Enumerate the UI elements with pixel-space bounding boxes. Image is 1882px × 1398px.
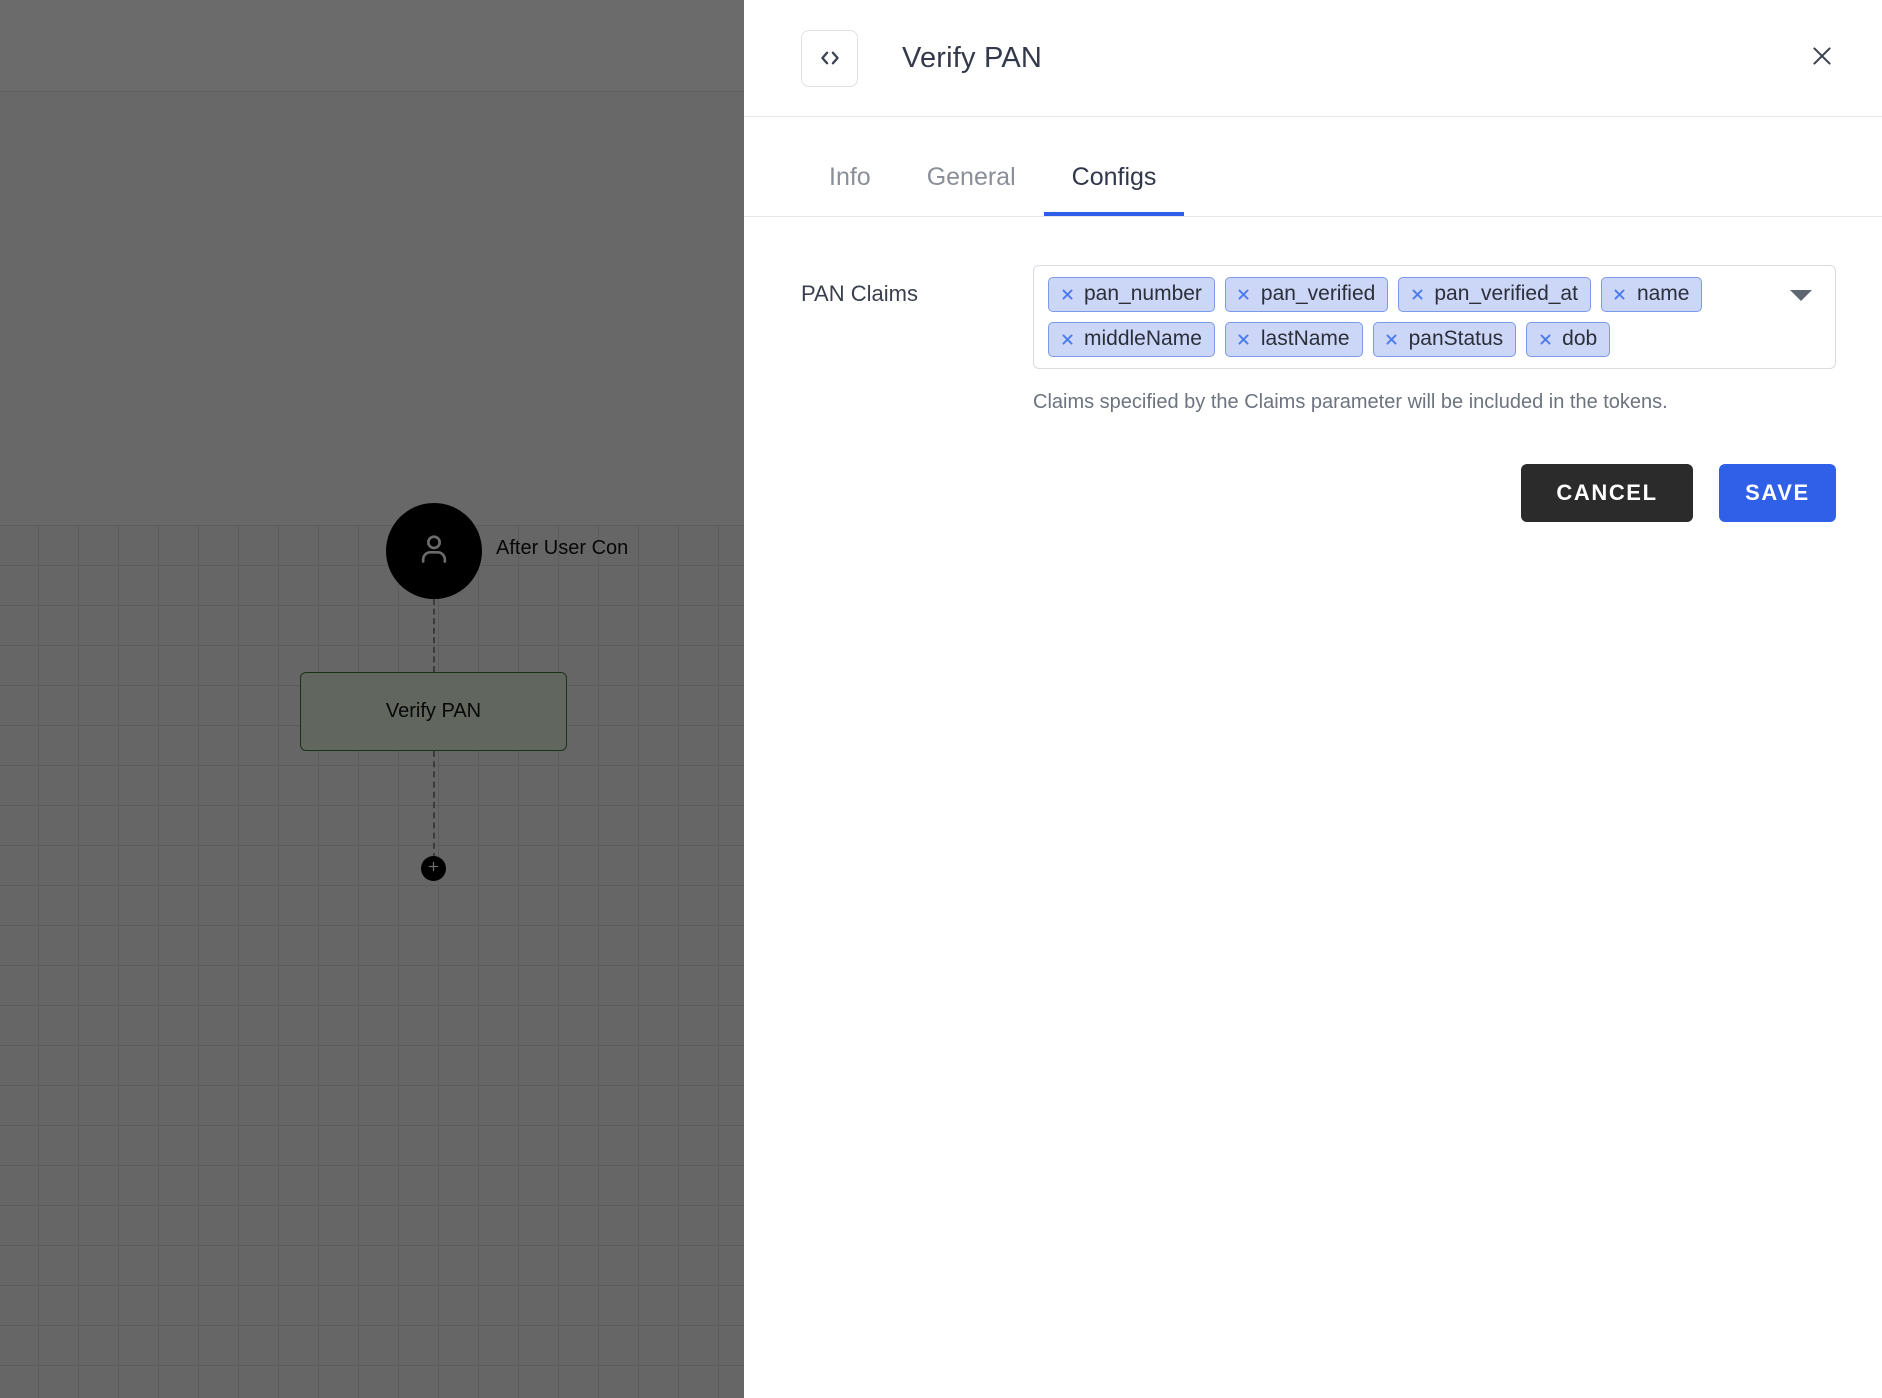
chevron-down-icon[interactable] (1790, 290, 1812, 301)
claim-chip[interactable]: pan_verified (1224, 277, 1389, 312)
chip-remove-icon[interactable] (1059, 331, 1075, 347)
claim-chip-label: pan_verified_at (1434, 282, 1578, 305)
flow-node-user-trigger[interactable] (386, 503, 482, 599)
cancel-button[interactable]: CANCEL (1521, 464, 1693, 522)
plus-icon (427, 860, 440, 878)
claim-chip-label: middleName (1084, 327, 1202, 350)
claim-chip[interactable]: middleName (1048, 322, 1215, 357)
panel-header: Verify PAN (744, 0, 1882, 117)
claim-chip[interactable]: lastName (1224, 322, 1363, 357)
save-button[interactable]: SAVE (1719, 464, 1836, 522)
tab-general-label: General (926, 163, 1016, 191)
tab-configs[interactable]: Configs (1043, 149, 1185, 216)
code-brackets-icon (801, 29, 858, 87)
tab-info[interactable]: Info (801, 149, 899, 216)
tab-info-label: Info (829, 163, 871, 191)
app-root: After User Con Verify PAN Verify PAN Inf… (0, 0, 1882, 1398)
panel-tabs: Info General Configs (744, 149, 1882, 217)
flow-node-user-label: After User Con (496, 537, 629, 559)
flow-edge-top (433, 599, 435, 672)
chip-remove-icon[interactable] (1384, 331, 1400, 347)
pan-claims-field-column: pan_number pan_verified pan_verified_at nam… (1033, 265, 1836, 414)
configs-form: PAN Claims pan_number pan_verified pan_ver… (744, 217, 1882, 414)
claim-chip[interactable]: name (1600, 277, 1703, 312)
claim-chip-label: dob (1562, 327, 1598, 350)
claim-chip[interactable]: panStatus (1372, 322, 1517, 357)
chip-remove-icon[interactable] (1409, 286, 1425, 302)
tab-configs-label: Configs (1071, 163, 1157, 191)
claim-chip-label: pan_number (1084, 282, 1202, 305)
claim-chip-label: pan_verified (1260, 282, 1376, 305)
chip-remove-icon[interactable] (1236, 286, 1252, 302)
pan-claims-label: PAN Claims (801, 281, 918, 306)
chip-remove-icon[interactable] (1537, 331, 1553, 347)
canvas-grid (0, 525, 744, 1398)
form-actions: CANCEL SAVE (744, 414, 1882, 522)
page-title: Verify PAN (902, 41, 1043, 74)
verify-pan-panel: Verify PAN Info General Configs PAN Clai… (744, 0, 1882, 1398)
chip-remove-icon[interactable] (1236, 331, 1252, 347)
user-icon (414, 529, 454, 574)
flow-edge-bottom (433, 751, 435, 859)
claim-chip-label: lastName (1260, 327, 1350, 350)
claim-chip-label: name (1636, 282, 1690, 305)
chip-remove-icon[interactable] (1059, 286, 1075, 302)
flow-add-step-button[interactable] (421, 856, 446, 881)
claim-chip[interactable]: pan_number (1048, 277, 1215, 312)
flow-canvas[interactable]: After User Con Verify PAN (0, 0, 744, 1398)
claim-chip-label: panStatus (1408, 327, 1504, 350)
chip-remove-icon[interactable] (1612, 286, 1628, 302)
pan-claims-help-text: Claims specified by the Claims parameter… (1033, 391, 1668, 413)
claim-chip[interactable]: dob (1526, 322, 1611, 357)
pan-claims-multiselect[interactable]: pan_number pan_verified pan_verified_at nam… (1033, 265, 1836, 369)
flow-node-verify-pan-label: Verify PAN (385, 700, 482, 722)
close-button[interactable] (1800, 36, 1844, 80)
flow-node-verify-pan[interactable]: Verify PAN (300, 672, 567, 751)
close-icon (1809, 43, 1835, 74)
canvas-toolbar (0, 0, 744, 92)
tab-general[interactable]: General (899, 149, 1044, 216)
claim-chip[interactable]: pan_verified_at (1398, 277, 1591, 312)
